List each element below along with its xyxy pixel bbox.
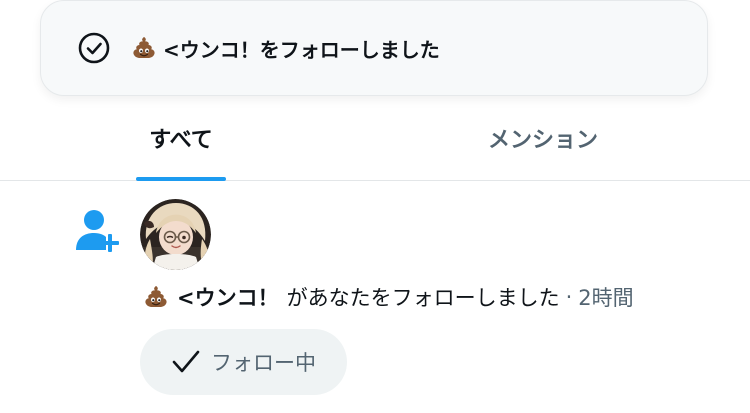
- checkmark-icon: [172, 350, 200, 373]
- notification-action: があなたをフォローしました: [286, 286, 560, 310]
- poop-emoji: [133, 37, 155, 58]
- notification-text: <ウンコ！ があなたをフォローしました · 2時間: [143, 280, 634, 314]
- separator-dot: ·: [565, 285, 573, 309]
- following-button[interactable]: フォロー中: [140, 329, 347, 395]
- poop-emoji: [145, 286, 167, 307]
- active-tab-indicator: [136, 177, 226, 181]
- check-circle-icon: [78, 32, 110, 64]
- follow-toast: <ウンコ！をフォローしました: [40, 0, 708, 96]
- tab-mentions[interactable]: メンション: [470, 96, 616, 180]
- timestamp: 2時間: [578, 286, 634, 310]
- following-button-label: フォロー中: [211, 351, 316, 375]
- tab-all[interactable]: すべて: [136, 96, 226, 180]
- toast-message: <ウンコ！をフォローしました: [163, 37, 440, 62]
- avatar-image: [140, 199, 211, 270]
- avatar[interactable]: [140, 199, 211, 270]
- notifications-page: <ウンコ！をフォローしました すべて メンション <ウンコ！ があなたをフォロー…: [0, 0, 750, 413]
- user-name[interactable]: <ウンコ！: [177, 282, 279, 312]
- person-add-icon: [76, 210, 119, 252]
- notification-tabs: すべて メンション: [0, 96, 750, 181]
